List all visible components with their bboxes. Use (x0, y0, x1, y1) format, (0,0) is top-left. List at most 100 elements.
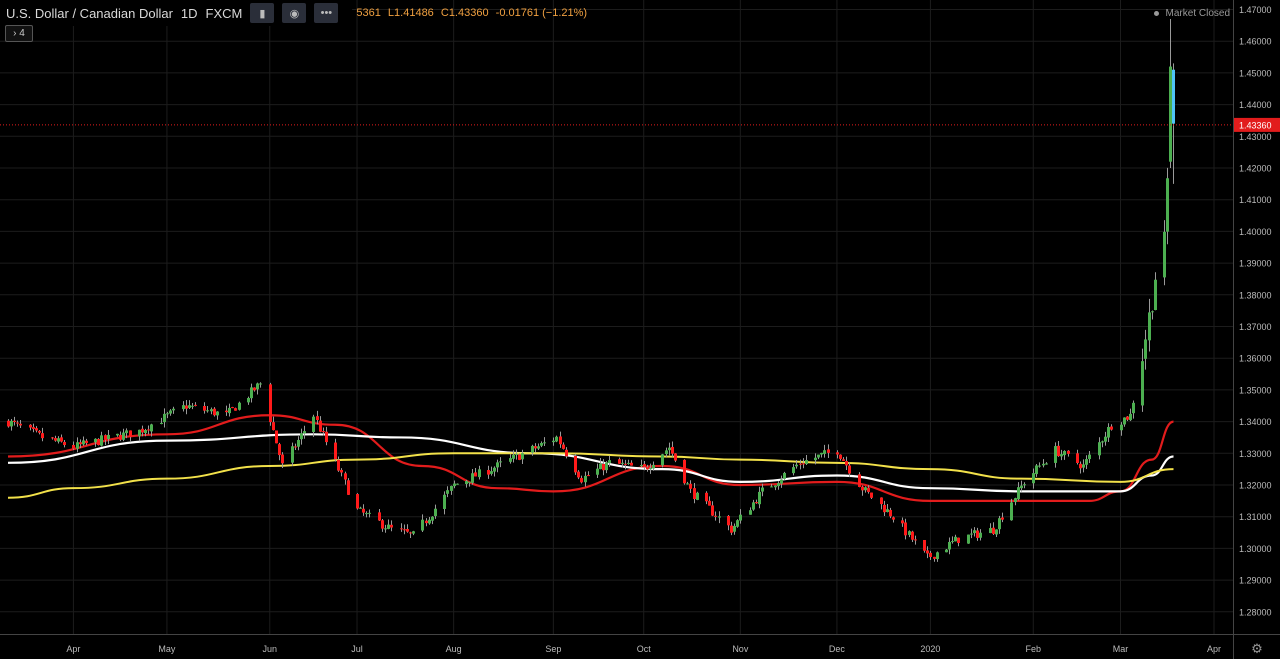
candle-body (976, 530, 979, 538)
candle-body (172, 408, 175, 411)
time-tick-label: May (158, 644, 176, 654)
candle-body (761, 487, 764, 492)
price-tick-label: 1.43000 (1239, 132, 1272, 142)
candle (238, 401, 241, 411)
candle-body (453, 483, 456, 487)
candle-body (602, 463, 605, 471)
time-tick-label: Nov (732, 644, 749, 654)
candle-body (493, 467, 496, 472)
price-tick-label: 1.47000 (1239, 5, 1272, 15)
candle-body (973, 530, 976, 534)
candle-body (1032, 473, 1035, 484)
symbol-name[interactable]: U.S. Dollar / Canadian Dollar (6, 6, 173, 21)
candle-body (845, 461, 848, 466)
candle-body (1079, 463, 1082, 469)
price-tick-label: 1.35000 (1239, 385, 1272, 395)
candle-body (574, 456, 577, 473)
candle-body (82, 440, 85, 445)
candle-body (1088, 454, 1091, 460)
candle-body (421, 519, 424, 531)
gear-icon[interactable]: ⚙ (1251, 641, 1263, 656)
price-tick-label: 1.42000 (1239, 164, 1272, 174)
ohlc-readout: 5361 L1.41486 C1.43360 -0.01761 (−1.21%) (352, 7, 591, 19)
eye-icon[interactable]: ◉ (282, 3, 307, 23)
candle-body (970, 533, 973, 535)
candle-body (51, 437, 54, 439)
time-tick-label: Dec (829, 644, 846, 654)
candle-body (468, 481, 471, 483)
candle-body (954, 536, 957, 542)
candle-body (213, 408, 216, 416)
candle-body (795, 464, 798, 467)
time-tick-label: Oct (637, 644, 652, 654)
candle-body (119, 434, 122, 440)
candle-body (450, 485, 453, 491)
candle-body (316, 416, 319, 421)
candle-body (714, 515, 717, 517)
candle-body (559, 436, 562, 445)
candle-body (689, 483, 692, 489)
candle-body (225, 410, 228, 413)
candle-body (605, 462, 608, 471)
time-tick-label: Sep (545, 644, 561, 654)
candle-body (630, 462, 633, 466)
time-tick-label: Jun (263, 644, 278, 654)
candle-body (646, 467, 649, 470)
candle-body (705, 492, 708, 502)
candle-body (770, 486, 773, 488)
candle-body (1123, 417, 1126, 425)
interval-label[interactable]: 1D (181, 6, 198, 21)
candle-body (1054, 446, 1057, 463)
price-tick-label: 1.33000 (1239, 449, 1272, 459)
candle-body (278, 444, 281, 456)
candle-body (291, 446, 294, 463)
candle-body (107, 434, 110, 440)
candle-body (979, 532, 982, 538)
candle-body (116, 433, 119, 436)
candle-body (521, 453, 524, 460)
candle-body (434, 508, 437, 517)
candle-body (182, 405, 185, 410)
chart-background (0, 0, 1280, 659)
candle-body (97, 439, 100, 446)
candle-body (1126, 416, 1129, 420)
candle-body (992, 527, 995, 534)
time-tick-label: Apr (1207, 644, 1221, 654)
candle-body (191, 405, 194, 407)
candle-body (739, 514, 742, 521)
candle-body (456, 483, 459, 485)
candle-body (104, 435, 107, 440)
candle-body (294, 446, 297, 448)
low-value: L1.41486 (387, 7, 434, 19)
candle-body (537, 446, 540, 449)
candle-body (945, 549, 948, 553)
candle-body (870, 492, 873, 498)
candle-body (387, 524, 390, 529)
candle-body (334, 442, 337, 460)
candle (347, 478, 350, 495)
candle-body (1101, 441, 1104, 443)
candle-body (1120, 424, 1123, 431)
flag-icon[interactable]: ▮ (250, 3, 275, 23)
candle-body (1107, 427, 1110, 438)
candle-body (1035, 465, 1038, 475)
candle-body (400, 528, 403, 530)
candle-body (1023, 484, 1026, 486)
price-tick-label: 1.46000 (1239, 37, 1272, 47)
candle-body (674, 453, 677, 461)
collapse-indicators-button[interactable]: › 4 (5, 25, 33, 42)
candle-body (487, 470, 490, 475)
candle-body (322, 431, 325, 433)
candle-body (777, 483, 780, 487)
candle-body (1151, 311, 1154, 313)
more-icon[interactable]: ••• (314, 3, 339, 23)
candle-body (1104, 436, 1107, 442)
candle-body (889, 509, 892, 517)
candle-body (446, 490, 449, 494)
candle-body (76, 442, 79, 449)
candle-body (216, 411, 219, 416)
price-chart[interactable]: 1.28000 1.29000 1.30000 1.31000 1.32000 1.330… (0, 0, 1280, 659)
candle-body (839, 454, 842, 459)
candle-body (886, 509, 889, 513)
candle-body (1148, 312, 1151, 341)
